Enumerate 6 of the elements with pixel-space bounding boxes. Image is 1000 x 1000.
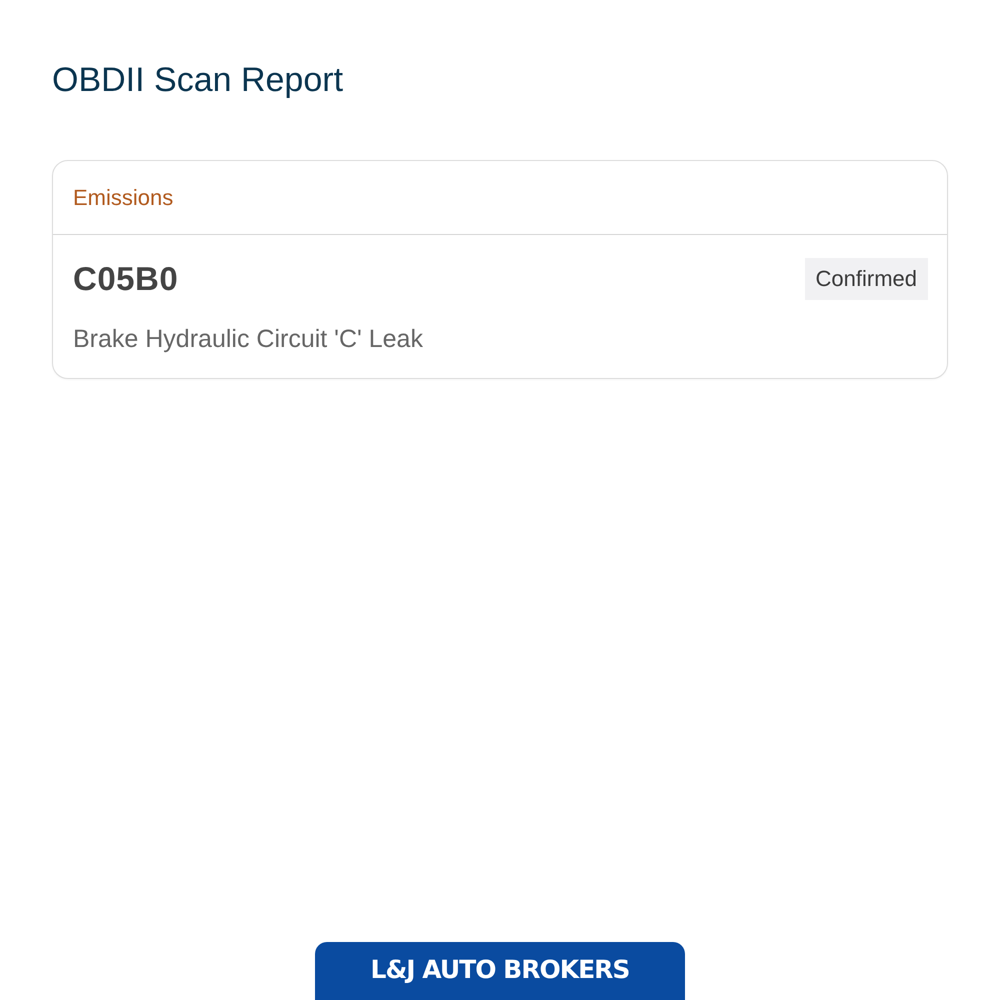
code-description: Brake Hydraulic Circuit 'C' Leak bbox=[73, 325, 424, 354]
page-title: OBDII Scan Report bbox=[52, 60, 344, 101]
section-title: Emissions bbox=[73, 184, 174, 210]
trouble-code: C05B0 bbox=[73, 260, 178, 298]
logo-text: L&J AUTO BROKERS bbox=[370, 954, 630, 984]
status-badge: Confirmed bbox=[804, 258, 928, 300]
